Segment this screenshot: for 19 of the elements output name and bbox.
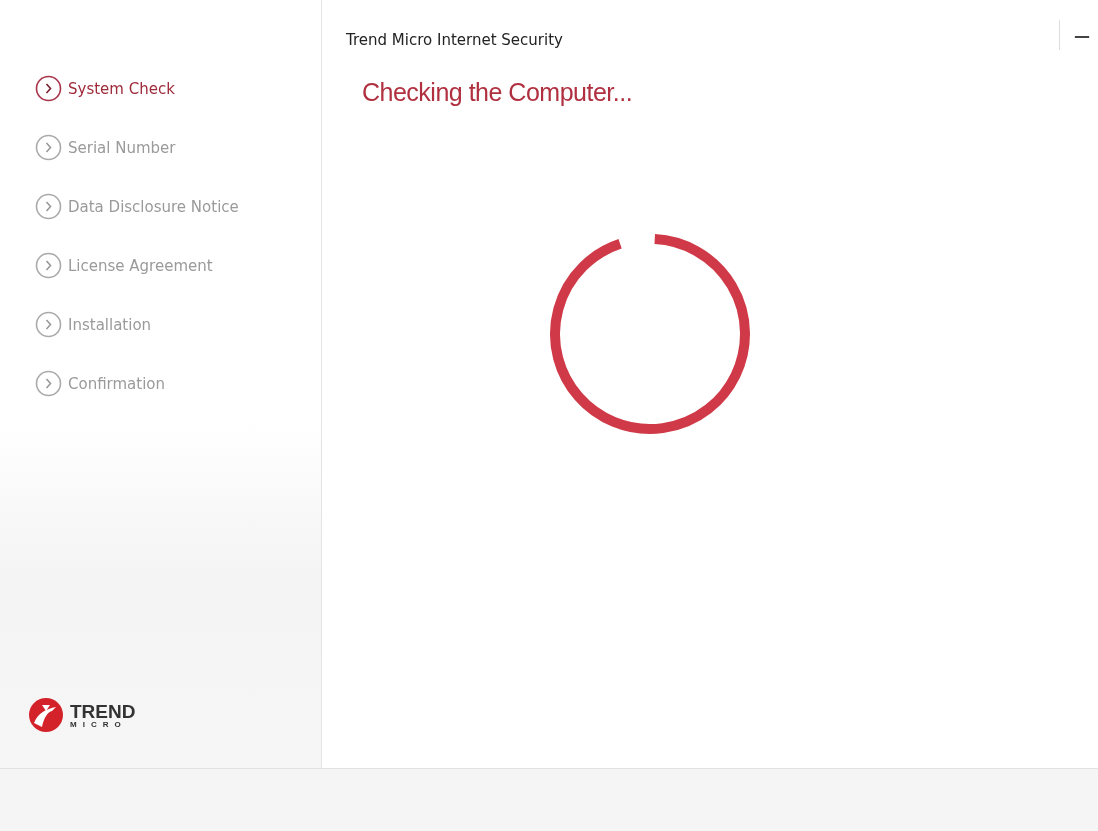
step-item[interactable]: Serial Number xyxy=(35,134,321,161)
logo-subtitle: MICRO xyxy=(70,720,128,729)
window-title: Trend Micro Internet Security xyxy=(346,31,563,49)
chevron-circle-icon xyxy=(35,252,62,279)
logo-wordmark: TREND xyxy=(70,701,136,721)
chevron-circle-icon xyxy=(35,311,62,338)
logo-icon xyxy=(28,697,64,733)
step-item[interactable]: License Agreement xyxy=(35,252,321,279)
loading-spinner-icon xyxy=(548,232,752,436)
step-item[interactable]: System Check xyxy=(35,75,321,102)
chevron-circle-icon xyxy=(35,193,62,220)
minimize-button[interactable]: — xyxy=(1074,25,1098,45)
step-item[interactable]: Data Disclosure Notice xyxy=(35,193,321,220)
step-item[interactable]: Installation xyxy=(35,311,321,338)
chevron-circle-icon xyxy=(35,134,62,161)
page-heading: Checking the Computer... xyxy=(362,78,634,107)
step-item[interactable]: Confirmation xyxy=(35,370,321,397)
chevron-circle-icon xyxy=(35,75,62,102)
chevron-circle-icon xyxy=(35,370,62,397)
